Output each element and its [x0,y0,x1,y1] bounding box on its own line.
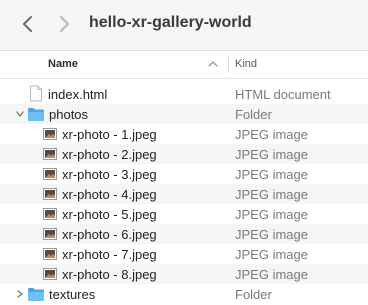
disclosure-expanded-icon[interactable] [15,109,25,119]
row-name: xr-photo - 3.jpeg [62,167,157,182]
row-name: xr-photo - 6.jpeg [62,227,157,242]
file-row[interactable]: xr-photo - 8.jpeg JPEG image [0,264,368,284]
row-kind: JPEG image [235,207,308,222]
row-kind: HTML document [235,87,331,102]
image-file-icon [43,128,57,140]
column-header-kind[interactable]: Kind [235,58,257,70]
window-title: hello-xr-gallery-world [89,14,252,31]
row-name: xr-photo - 1.jpeg [62,127,157,142]
image-file-icon [43,248,57,260]
folder-icon [28,288,44,301]
image-file-icon [43,188,57,200]
file-row[interactable]: xr-photo - 2.jpeg JPEG image [0,144,368,164]
column-header: Name Kind [0,51,368,79]
file-list: index.html HTML document photos Folder xr-ph… [0,84,368,304]
row-kind: JPEG image [235,127,308,142]
chevron-left-icon [23,16,32,32]
document-icon [30,85,42,102]
file-row[interactable]: index.html HTML document [0,84,368,104]
row-kind: JPEG image [235,227,308,242]
row-name: index.html [48,87,108,102]
row-name: xr-photo - 8.jpeg [62,267,157,282]
chevron-up-icon[interactable] [208,60,218,68]
back-button[interactable] [16,12,40,36]
chevron-right-icon [60,16,69,32]
row-kind: JPEG image [235,167,308,182]
column-header-name[interactable]: Name [48,58,78,70]
file-row[interactable]: xr-photo - 4.jpeg JPEG image [0,184,368,204]
row-kind: JPEG image [235,267,308,282]
row-kind: JPEG image [235,187,308,202]
toolbar: hello-xr-gallery-world [0,0,368,51]
row-name: xr-photo - 5.jpeg [62,207,157,222]
row-kind: Folder [235,287,272,302]
file-row[interactable]: xr-photo - 7.jpeg JPEG image [0,244,368,264]
folder-row-textures[interactable]: textures Folder [0,284,368,304]
row-name: xr-photo - 7.jpeg [62,247,157,262]
file-row[interactable]: xr-photo - 5.jpeg JPEG image [0,204,368,224]
row-name: textures [49,287,96,302]
row-name: photos [49,107,89,122]
column-divider[interactable] [228,56,229,73]
disclosure-collapsed-icon[interactable] [15,289,25,299]
image-file-icon [43,148,57,160]
forward-button[interactable] [52,12,76,36]
file-row[interactable]: xr-photo - 3.jpeg JPEG image [0,164,368,184]
row-kind: JPEG image [235,247,308,262]
row-name: xr-photo - 4.jpeg [62,187,157,202]
image-file-icon [43,228,57,240]
row-name: xr-photo - 2.jpeg [62,147,157,162]
file-row[interactable]: xr-photo - 6.jpeg JPEG image [0,224,368,244]
image-file-icon [43,208,57,220]
row-kind: Folder [235,107,272,122]
image-file-icon [43,268,57,280]
image-file-icon [43,168,57,180]
row-kind: JPEG image [235,147,308,162]
folder-row-photos[interactable]: photos Folder [0,104,368,124]
folder-icon [28,108,44,121]
file-row[interactable]: xr-photo - 1.jpeg JPEG image [0,124,368,144]
